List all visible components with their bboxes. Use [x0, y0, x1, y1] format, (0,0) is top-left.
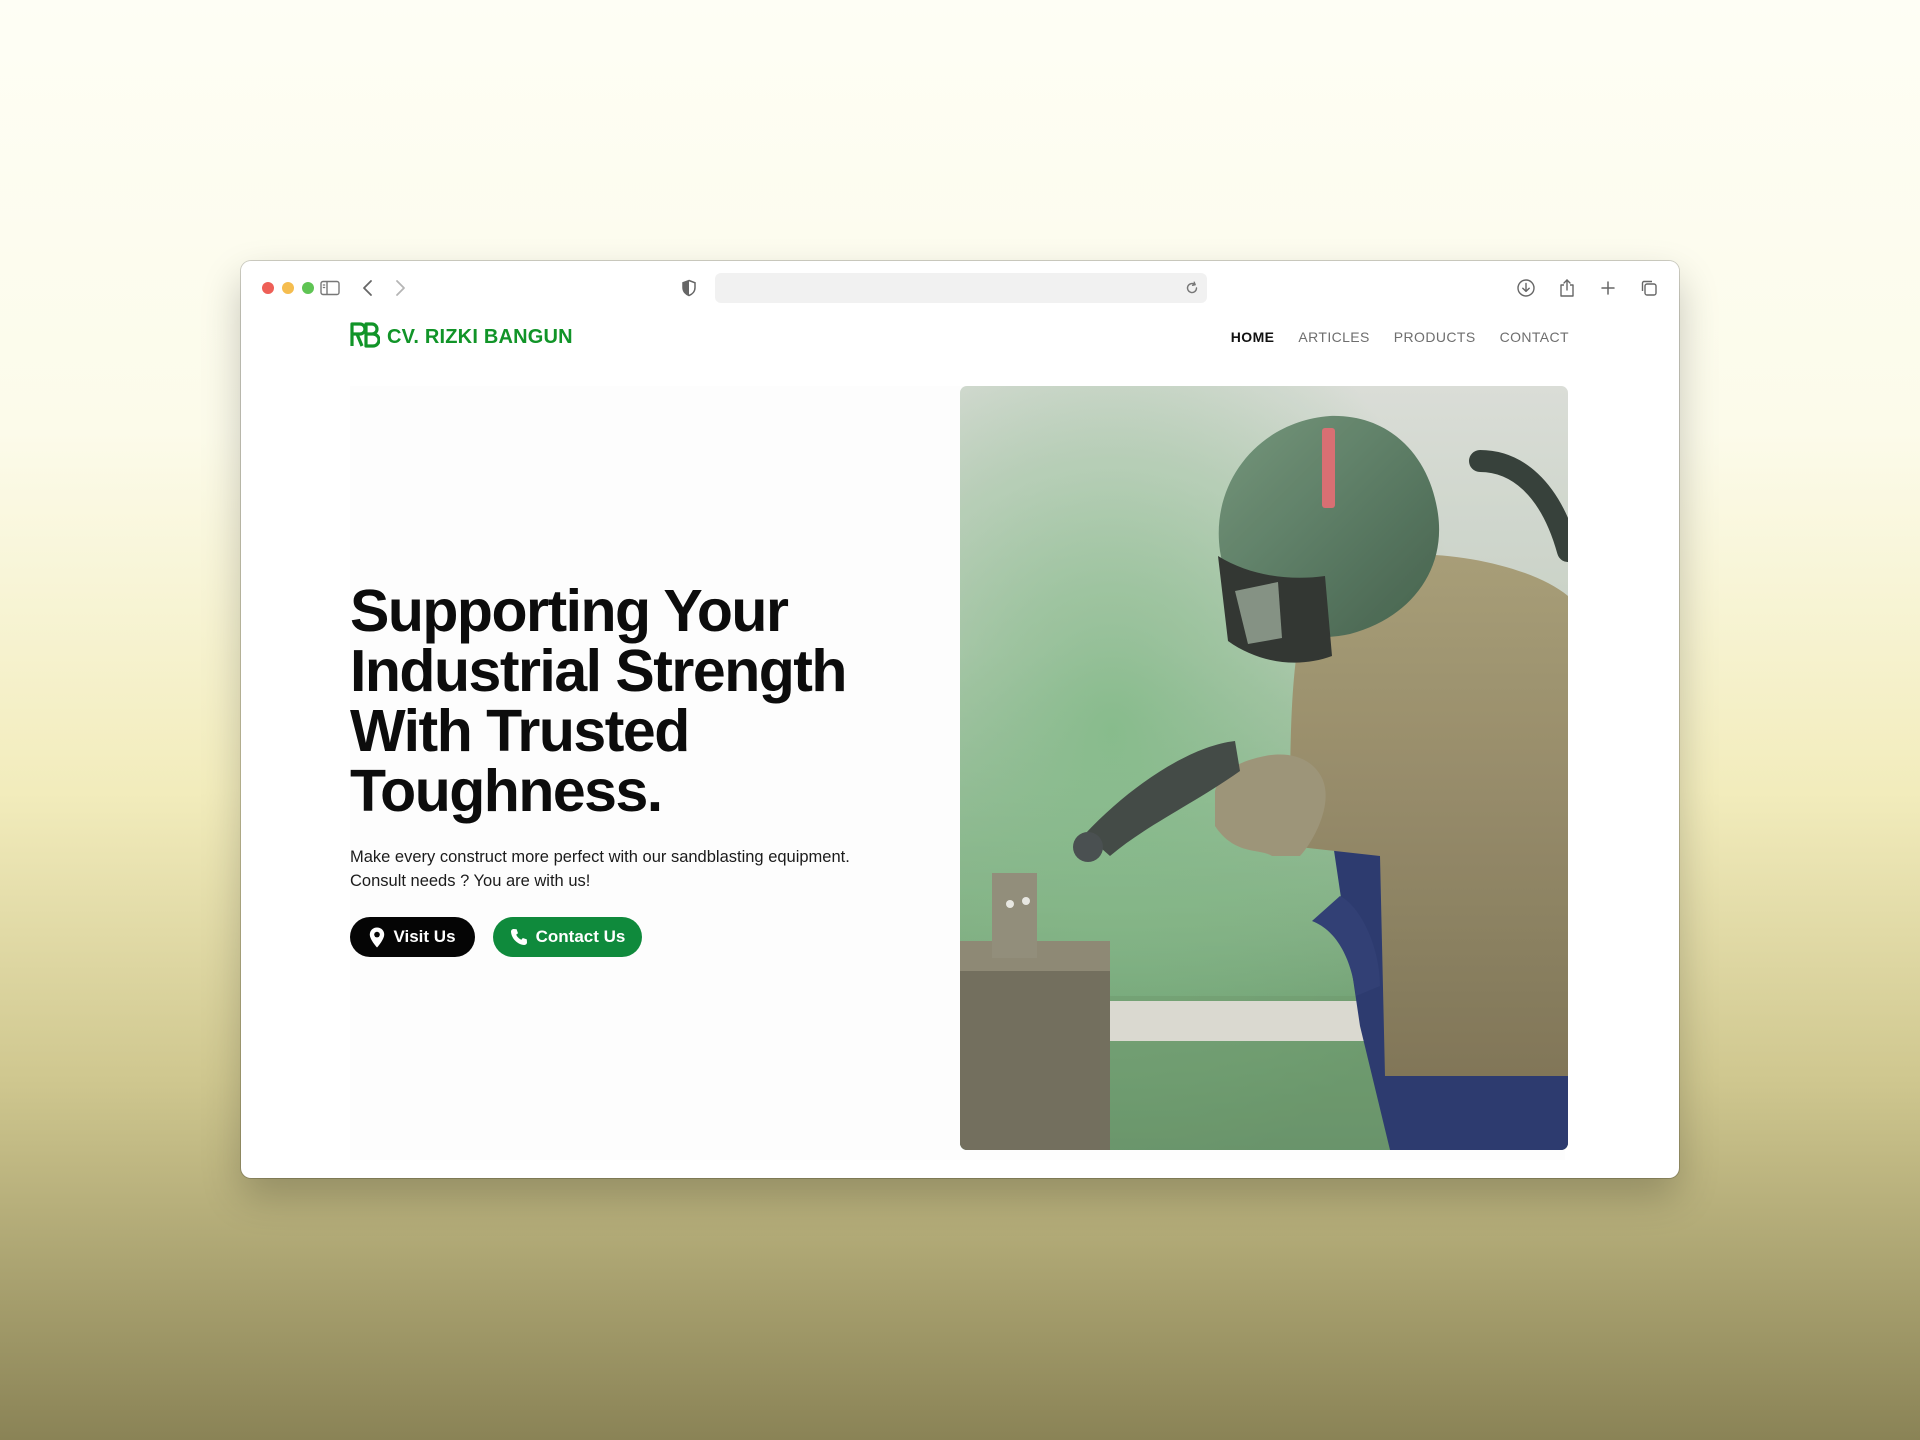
hero-subtitle: Make every construct more perfect with o…: [350, 848, 850, 890]
contact-us-button[interactable]: Contact Us: [493, 917, 642, 957]
brand-logo[interactable]: CV. RIZKI BANGUN: [350, 321, 573, 353]
hero-title-line: Toughness.: [350, 758, 663, 824]
visit-us-label: Visit Us: [393, 927, 456, 946]
hero-title: Supporting Your Industrial Strength With…: [350, 581, 950, 821]
sidebar-icon[interactable]: [317, 275, 343, 301]
brand-name: CV. RIZKI BANGUN: [387, 325, 573, 348]
main-nav: HOME ARTICLES PRODUCTS CONTACT: [1231, 313, 1569, 361]
hero-title-line: With Trusted: [350, 698, 690, 764]
back-icon[interactable]: [355, 275, 381, 301]
map-pin-icon: [369, 927, 385, 948]
phone-icon: [510, 928, 528, 946]
reload-icon[interactable]: [1183, 279, 1201, 297]
hero-title-line: Industrial Strength: [350, 638, 847, 704]
nav-item-home[interactable]: HOME: [1231, 329, 1275, 345]
download-icon[interactable]: [1513, 275, 1539, 301]
minimize-window-button[interactable]: [282, 282, 294, 294]
contact-us-label: Contact Us: [535, 927, 626, 946]
address-bar[interactable]: [715, 273, 1207, 303]
forward-icon[interactable]: [387, 275, 413, 301]
maximize-window-button[interactable]: [302, 282, 314, 294]
nav-item-contact[interactable]: CONTACT: [1500, 329, 1569, 345]
tabs-overview-icon[interactable]: [1636, 275, 1662, 301]
hero-image-sandblasting-worker: [960, 386, 1568, 1150]
browser-toolbar: [241, 261, 1679, 313]
visit-us-button[interactable]: Visit Us: [350, 917, 475, 957]
nav-item-products[interactable]: PRODUCTS: [1394, 329, 1476, 345]
share-icon[interactable]: [1554, 275, 1580, 301]
close-window-button[interactable]: [262, 282, 274, 294]
shield-icon[interactable]: [676, 275, 702, 301]
nav-item-articles[interactable]: ARTICLES: [1298, 329, 1369, 345]
rb-logo-icon: [350, 321, 381, 353]
browser-window: CV. RIZKI BANGUN HOME ARTICLES PRODUCTS …: [241, 261, 1679, 1178]
new-tab-icon[interactable]: [1595, 275, 1621, 301]
hero-title-line: Supporting Your: [350, 578, 789, 644]
site-header: CV. RIZKI BANGUN HOME ARTICLES PRODUCTS …: [241, 313, 1679, 373]
